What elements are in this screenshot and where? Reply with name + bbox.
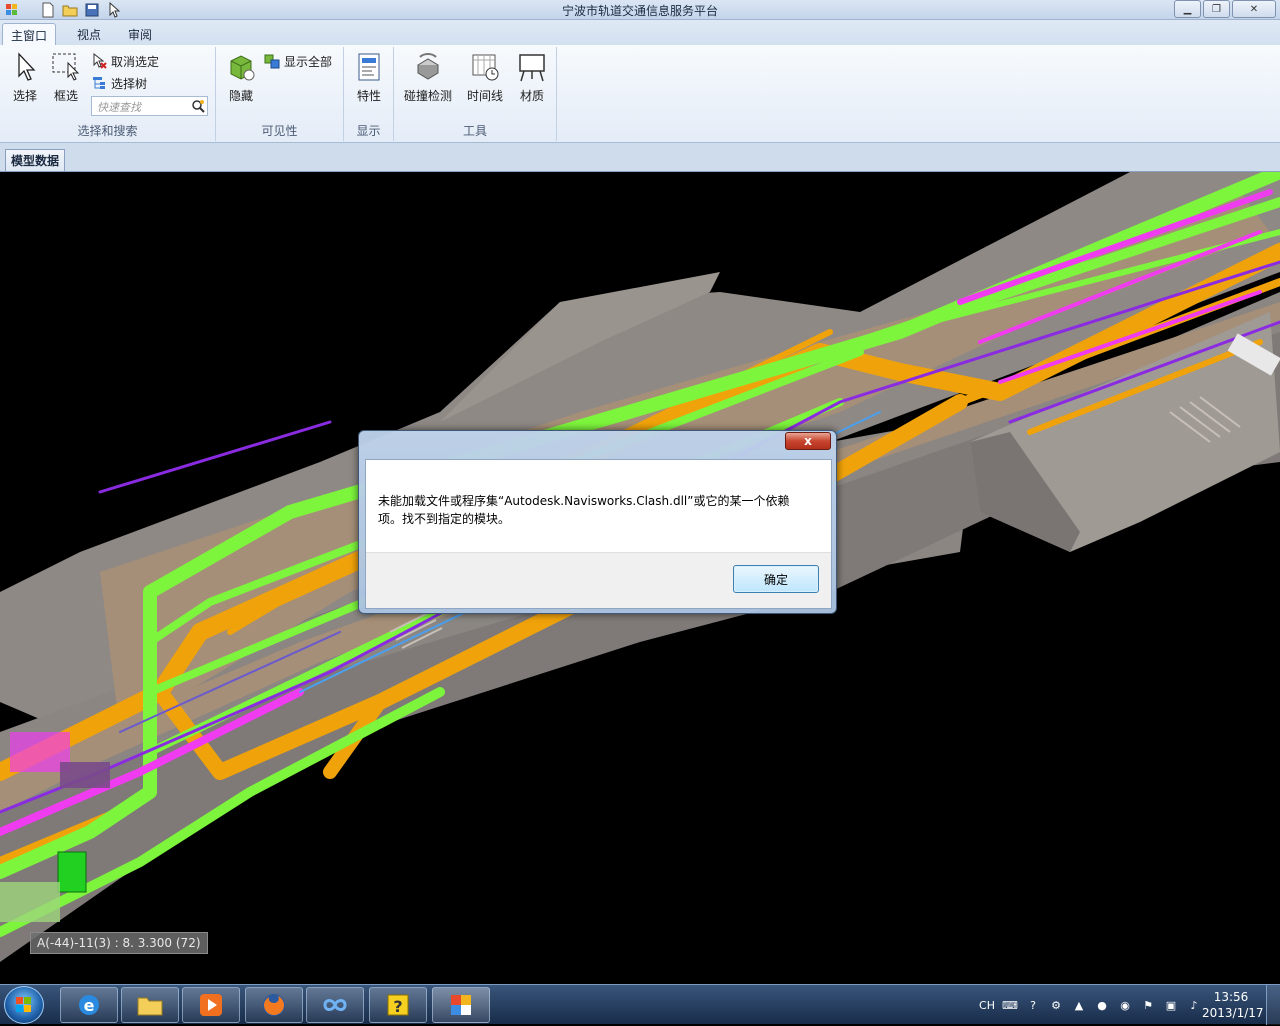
taskbar-app-infinity[interactable] (306, 987, 364, 1023)
windows-logo-icon (16, 997, 31, 1012)
document-tab-bar: 模型数据 (0, 143, 1280, 172)
pointer-icon (9, 51, 41, 83)
show-hidden-icons[interactable]: ▲ (1071, 997, 1087, 1013)
show-desktop-button[interactable] (1266, 985, 1280, 1025)
restore-button[interactable]: ❐ (1203, 0, 1230, 18)
internet-explorer-icon: e (79, 995, 99, 1015)
clash-detective-button[interactable]: 碰撞检测 (402, 51, 454, 107)
taskbar-explorer[interactable] (121, 987, 179, 1023)
volume-icon[interactable]: ♪ (1186, 997, 1202, 1013)
system-tray: CH ⌨ ? ⚙ ▲ ● ◉ ⚑ ▣ ♪ (979, 985, 1202, 1025)
hide-label: 隐藏 (228, 89, 253, 103)
group-tools: 碰撞检测 时间线 材质 工具 (394, 47, 557, 141)
search-icon[interactable] (190, 98, 206, 114)
taskbar-media[interactable] (182, 987, 240, 1023)
clash-icon (412, 51, 444, 83)
select-tree-button[interactable]: 选择树 (91, 74, 147, 92)
dialog-close-button[interactable]: x (785, 432, 831, 450)
material-button[interactable]: 材质 (512, 51, 552, 107)
ok-button[interactable]: 确定 (733, 565, 819, 593)
box-select-label: 框选 (53, 89, 78, 103)
start-button[interactable] (4, 986, 44, 1024)
timeline-button[interactable]: 时间线 (460, 51, 510, 107)
properties-label: 特性 (356, 89, 381, 103)
box-select-button[interactable]: 框选 (45, 51, 87, 107)
clock-time: 13:56 (1213, 990, 1249, 1004)
select-label: 选择 (12, 89, 37, 103)
taskbar-firefox[interactable] (245, 987, 303, 1023)
window-title: 宁波市轨道交通信息服务平台 (561, 4, 718, 18)
group-label-select-search: 选择和搜索 (77, 124, 138, 138)
taskbar-platform-app[interactable] (432, 987, 490, 1023)
tab-main-window[interactable]: 主窗口 (2, 23, 57, 45)
quick-search-input[interactable]: 快速查找 (91, 96, 208, 116)
qq-icon[interactable]: ● (1094, 997, 1110, 1013)
ok-label: 确定 (763, 572, 788, 587)
svg-text:?: ? (393, 997, 402, 1016)
easel-icon (516, 51, 548, 83)
deselect-icon (91, 53, 107, 69)
firefox-icon (263, 994, 285, 1016)
hide-cube-icon (225, 51, 257, 83)
minimize-icon: ▁ (1183, 3, 1192, 15)
coordinate-readout: A(-44)-11(3) : 8. 3.300 (72) (30, 932, 208, 954)
keyboard-icon[interactable]: ⌨ (1002, 997, 1018, 1013)
properties-icon (353, 51, 385, 83)
restore-icon: ❐ (1212, 3, 1221, 15)
dialog-footer: 确定 (366, 552, 831, 608)
dialog-message: 未能加载文件或程序集“Autodesk.Navisworks.Clash.dll… (378, 494, 790, 526)
properties-button[interactable]: 特性 (348, 51, 390, 107)
window-close-button[interactable]: ✕ (1232, 0, 1276, 18)
clash-label: 碰撞检测 (403, 89, 452, 103)
group-label-display: 显示 (356, 124, 381, 138)
clock[interactable]: 13:56 2013/1/17 (1202, 989, 1264, 1021)
flag-icon[interactable]: ⚑ (1140, 997, 1156, 1013)
help-icon: ? (387, 994, 409, 1016)
tab-review[interactable]: 审阅 (120, 23, 160, 45)
group-select-search: 选择 框选 取消选定 选择树 快速查找 选择和搜索 (0, 47, 216, 141)
svg-text:e: e (84, 996, 95, 1015)
folder-icon (137, 997, 163, 1016)
help-tray-icon[interactable]: ? (1025, 997, 1041, 1013)
show-all-icon (264, 53, 280, 69)
title-bar: 宁波市轨道交通信息服务平台 ▁ ❐ ✕ (0, 0, 1280, 20)
error-dialog: x 未能加载文件或程序集“Autodesk.Navisworks.Clash.d… (358, 430, 837, 614)
timeline-icon (469, 51, 501, 83)
deselect-button[interactable]: 取消选定 (91, 52, 159, 70)
group-display: 特性 显示 (344, 47, 394, 141)
group-visibility: 隐藏 显示全部 可见性 (216, 47, 344, 141)
search-placeholder: 快速查找 (97, 101, 141, 114)
pen-options-icon[interactable]: ⚙ (1048, 997, 1064, 1013)
ribbon-tab-row: 主窗口 视点 审阅 (0, 20, 1280, 45)
minimize-button[interactable]: ▁ (1174, 0, 1201, 18)
network-icon[interactable]: ▣ (1163, 997, 1179, 1013)
tab-viewpoint[interactable]: 视点 (69, 23, 109, 45)
box-select-icon (50, 51, 82, 83)
select-button[interactable]: 选择 (4, 51, 46, 107)
hide-button[interactable]: 隐藏 (220, 51, 262, 107)
close-icon: ✕ (1249, 3, 1259, 15)
antivirus-icon[interactable]: ◉ (1117, 997, 1133, 1013)
taskbar: e ? CH ⌨ ? ⚙ ▲ ● ◉ ⚑ ▣ ♪ 13:56 2013/1/17 (0, 984, 1280, 1025)
clock-date: 2013/1/17 (1202, 1006, 1264, 1020)
ribbon: 选择 框选 取消选定 选择树 快速查找 选择和搜索 隐藏 显示全部 可见性 特性… (0, 45, 1280, 143)
group-label-tools: 工具 (462, 124, 487, 138)
show-all-label: 显示全部 (284, 54, 333, 69)
tree-icon (91, 75, 107, 91)
input-language[interactable]: CH (979, 999, 995, 1012)
material-label: 材质 (519, 89, 544, 103)
group-label-visibility: 可见性 (261, 124, 298, 138)
media-player-icon (200, 994, 222, 1016)
close-x-icon: x (804, 434, 812, 448)
timeline-label: 时间线 (466, 89, 503, 103)
taskbar-help[interactable]: ? (369, 987, 427, 1023)
dialog-body: 未能加载文件或程序集“Autodesk.Navisworks.Clash.dll… (365, 459, 832, 609)
tab-model-data[interactable]: 模型数据 (5, 149, 66, 171)
infinity-app-icon (323, 999, 347, 1011)
show-all-button[interactable]: 显示全部 (264, 52, 332, 70)
platform-app-icon (451, 995, 471, 1015)
deselect-label: 取消选定 (111, 54, 160, 69)
taskbar-ie[interactable]: e (60, 987, 118, 1023)
select-tree-label: 选择树 (111, 76, 148, 91)
